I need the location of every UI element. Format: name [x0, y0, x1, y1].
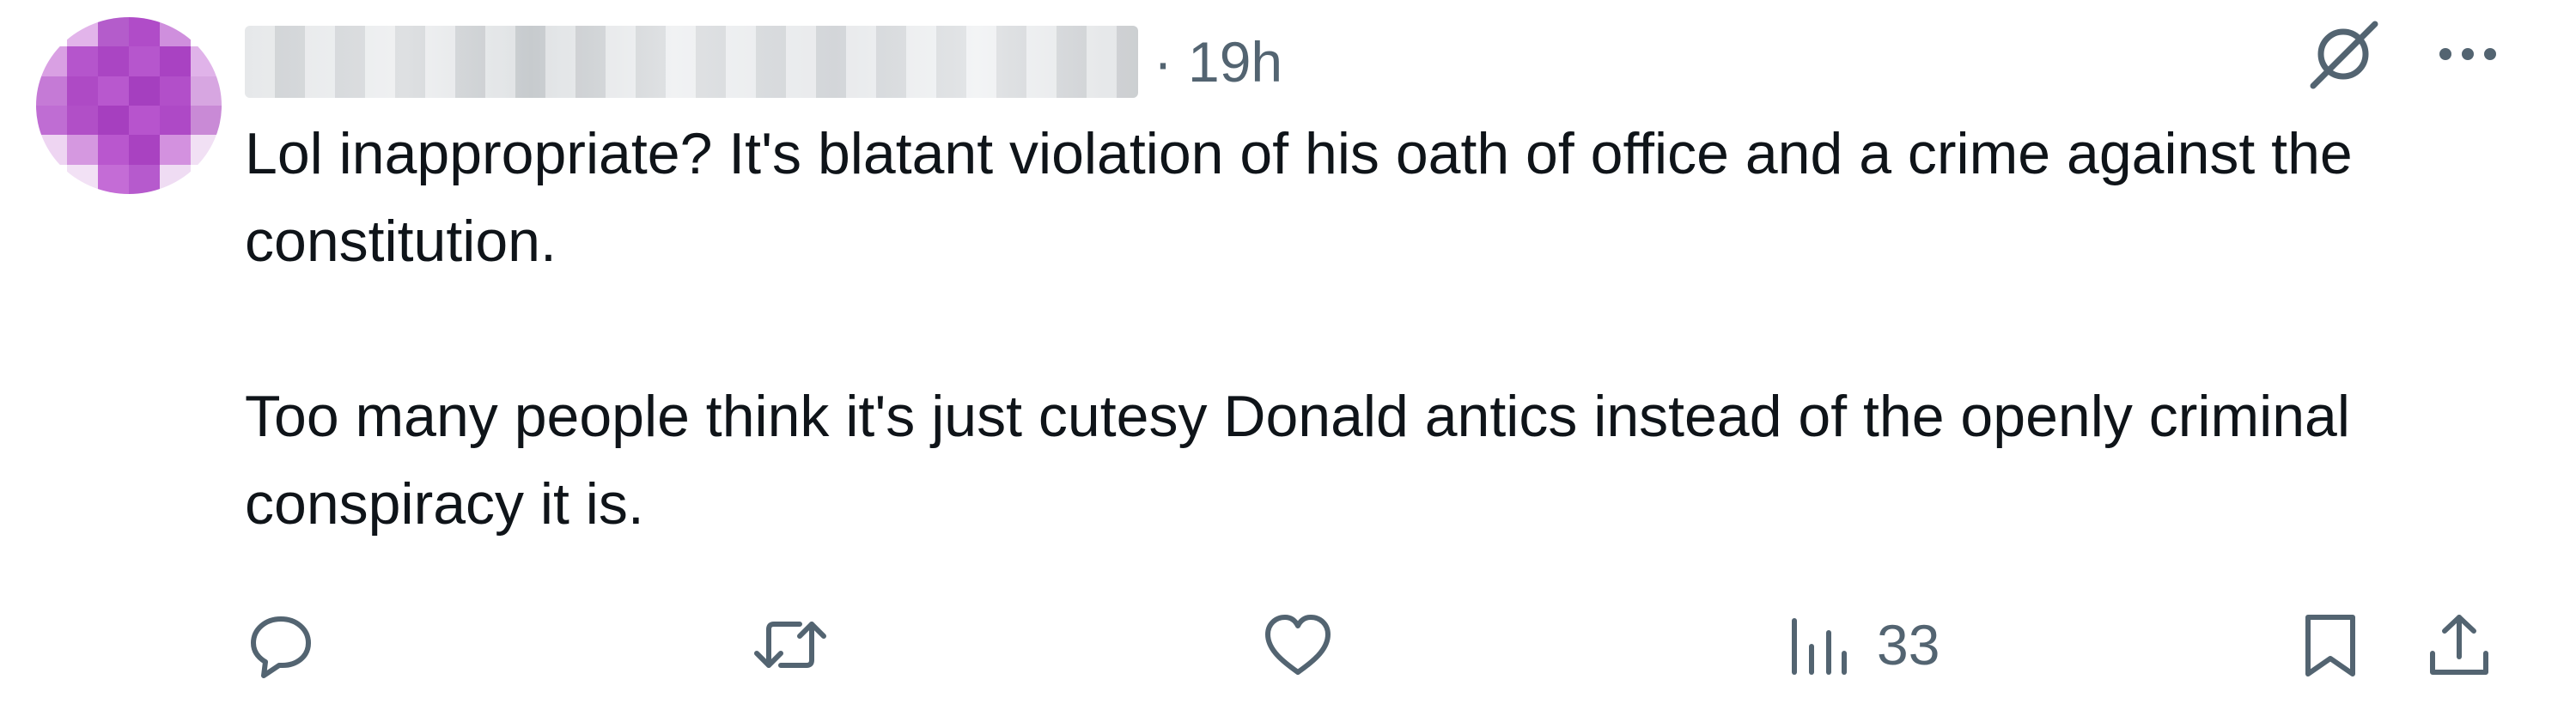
avatar[interactable]	[36, 17, 222, 194]
reply-icon	[251, 616, 311, 678]
tweet-text: Lol inappropriate? It's blatant violatio…	[245, 110, 2512, 548]
views-count: 33	[1877, 613, 1940, 676]
header-separator: ·	[1154, 30, 1172, 94]
views-button[interactable]: 33	[1784, 598, 1940, 692]
tweet-paragraph-1: Lol inappropriate? It's blatant violatio…	[245, 121, 2353, 274]
share-icon	[2430, 615, 2488, 675]
retweet-button[interactable]	[752, 598, 853, 692]
views-icon	[1792, 618, 1847, 675]
timestamp[interactable]: 19h	[1188, 29, 1282, 94]
tweet-actions: 33	[245, 598, 2504, 692]
heart-icon	[1265, 615, 1331, 675]
reply-button[interactable]	[245, 598, 341, 692]
like-button[interactable]	[1261, 598, 1359, 692]
bookmark-icon	[2305, 615, 2355, 676]
more-icon[interactable]	[2435, 37, 2500, 71]
share-button[interactable]	[2422, 598, 2496, 692]
bookmark-button[interactable]	[2296, 598, 2365, 692]
redacted-username[interactable]	[245, 26, 1138, 98]
retweet-icon	[754, 622, 826, 668]
tweet-header: · 19h	[245, 19, 1282, 105]
top-right-icons	[2306, 17, 2500, 91]
grok-icon[interactable]	[2306, 17, 2380, 91]
tweet[interactable]: · 19h Lol inappropriate? It's blatant vi…	[0, 0, 2576, 722]
tweet-paragraph-2: Too many people think it's just cutesy D…	[245, 384, 2350, 537]
